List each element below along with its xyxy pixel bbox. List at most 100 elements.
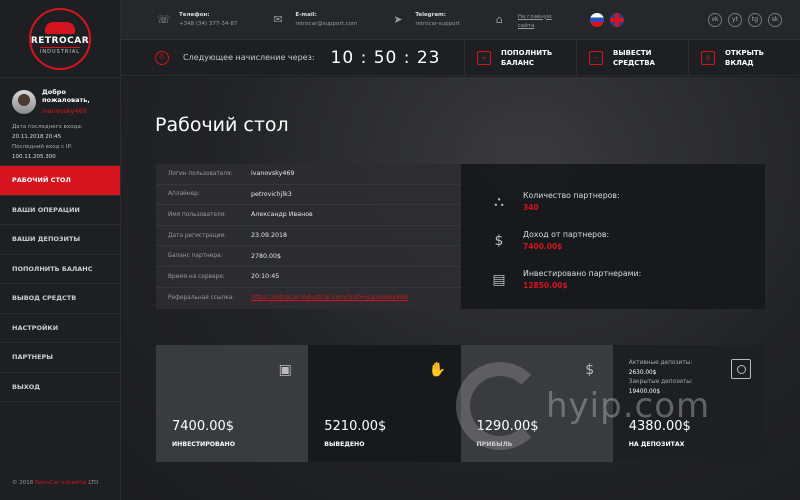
referral-link[interactable]: https://retrocar-industrial.com/?ref=iva… <box>251 294 408 301</box>
flag-ru-icon[interactable] <box>589 12 604 27</box>
deposit-label-2: ВКЛАД <box>725 58 754 67</box>
phone-label: Телефон: <box>179 12 210 18</box>
vk-icon[interactable]: vk <box>708 12 722 27</box>
logo-badge: RETROCAR INDUSTRIAL <box>29 7 91 70</box>
active-deposits-value: 2630.00$ <box>628 369 657 376</box>
info-key: Имя пользователя: <box>168 211 227 218</box>
open-deposit-button[interactable]: $ ОТКРЫТЬ ВКЛАД <box>688 40 800 75</box>
skype-icon[interactable]: sk <box>768 12 782 27</box>
telegram-social-icon[interactable]: tg <box>748 12 762 27</box>
invest-icon: ▤ <box>492 271 506 288</box>
card-amount: 5210.00$ <box>324 419 387 434</box>
summary-cards: ▣ 7400.00$ ИНВЕСТИРОВАНО ✋ 5210.00$ ВЫВЕ… <box>156 345 765 462</box>
telegram-label: Telegram: <box>415 12 446 18</box>
phone-icon: ☏ <box>157 12 171 26</box>
sidebar: RETROCAR INDUSTRIAL Добро пожаловать, iv… <box>0 0 121 500</box>
network-icon: ⛬ <box>494 193 504 210</box>
sidebar-item-withdraw[interactable]: ВЫВОД СРЕДСТВ <box>0 284 120 314</box>
wallet-in-icon: + <box>477 50 491 65</box>
home-link-line2[interactable]: сайта <box>518 23 552 29</box>
card-label: ВЫВЕДЕНО <box>324 441 365 448</box>
sidebar-item-dashboard[interactable]: РАБОЧИЙ СТОЛ <box>0 166 120 196</box>
language-switcher <box>589 12 624 27</box>
info-key: Время на сервере: <box>168 273 225 280</box>
email-value[interactable]: retrocar@support.com <box>295 21 357 27</box>
stat-value: 7400.00$ <box>523 242 563 251</box>
active-deposits-label: Активные депозиты: <box>628 360 693 366</box>
quick-actions: + ПОПОЛНИТЬ БАЛАНС − ВЫВЕСТИ СРЕДСТВА $ ОТ… <box>464 40 800 75</box>
info-key: Баланс партнера: <box>168 253 223 260</box>
email-label: E-mail: <box>295 12 317 18</box>
contact-email: ✉ E-mail: retrocar@support.com <box>273 12 357 27</box>
home-icon: ⌂ <box>495 12 503 26</box>
card-invested: ▣ 7400.00$ ИНВЕСТИРОВАНО <box>156 345 309 462</box>
welcome-text: Добро пожаловать, <box>42 88 90 104</box>
topup-label-1: ПОПОЛНИТЬ <box>501 48 553 57</box>
last-login-value: 20.11.2018 20:45 <box>12 134 62 140</box>
account-info-table: Логин пользователя: ivanovsky469 Аплайнер… <box>156 164 461 309</box>
info-key: Дата регистрации: <box>168 232 227 239</box>
deposit-label-1: ОТКРЫТЬ <box>725 48 764 57</box>
logo-text: RETROCAR <box>30 36 90 46</box>
user-block: Добро пожаловать, ivanovsky469 Дата посл… <box>0 78 120 166</box>
sidebar-nav: РАБОЧИЙ СТОЛ ВАШИ ОПЕРАЦИИ ВАШИ ДЕПОЗИТЫ… <box>0 166 120 402</box>
wallet-out-icon: − <box>589 50 603 65</box>
countdown-timer: 10 : 50 : 23 <box>330 47 441 68</box>
stat-label: Количество партнеров: <box>523 191 620 200</box>
stat-label: Доход от партнеров: <box>523 230 610 239</box>
withdraw-label-1: ВЫВЕСТИ <box>613 48 652 57</box>
login-meta: Дата последнего входа: 20.11.2018 20:45 … <box>12 122 108 162</box>
phone-value[interactable]: +348 (34) 377-34-87 <box>179 21 237 27</box>
info-key: Логин пользователя: <box>168 170 233 177</box>
sidebar-item-deposits[interactable]: ВАШИ ДЕПОЗИТЫ <box>0 225 120 255</box>
hand-money-icon: ✋ <box>428 362 447 378</box>
card-amount: 4380.00$ <box>628 419 691 434</box>
info-row: Логин пользователя: ivanovsky469 <box>156 164 461 185</box>
card-profit: $ 1290.00$ ПРИБЫЛЬ <box>460 345 613 462</box>
safe-icon <box>731 359 751 379</box>
copyright-brand[interactable]: RetroCar Industrial <box>35 480 87 486</box>
topbar: ☏ Телефон: +348 (34) 377-34-87 ✉ E-mail: r… <box>121 0 800 40</box>
last-ip-value: 100.11.205.300 <box>12 154 56 160</box>
home-link-line1[interactable]: На главную <box>518 14 552 20</box>
info-row: Аплайнер: petrovichjlk3 <box>156 185 461 206</box>
last-login-label: Дата последнего входа: <box>12 124 83 130</box>
contact-telegram: ➤ Telegram: retrocar-support <box>393 12 460 27</box>
stat-label: Инвестировано партнерами: <box>523 269 642 278</box>
money-stack-icon: ▣ <box>278 362 292 378</box>
sidebar-item-operations[interactable]: ВАШИ ОПЕРАЦИИ <box>0 196 120 225</box>
closed-deposits-label: Закрытые депозиты: <box>628 379 693 385</box>
avatar <box>12 89 36 114</box>
sidebar-item-logout[interactable]: ВЫХОД <box>0 373 120 402</box>
flag-uk-icon[interactable] <box>609 12 624 27</box>
info-value: ivanovsky469 <box>251 170 295 178</box>
card-label: ПРИБЫЛЬ <box>476 441 513 448</box>
info-row: Реферальная ссылка: https://retrocar-indu… <box>156 288 461 309</box>
coins-stack-icon: $ <box>585 362 595 378</box>
countdown-label: Следующее начисление через: <box>183 53 315 62</box>
sidebar-item-settings[interactable]: НАСТРОЙКИ <box>0 314 120 343</box>
copyright: © 2018 RetroCar Industrial LTD <box>12 480 98 486</box>
info-row: Время на сервере: 20:10:45 <box>156 267 461 288</box>
sidebar-item-partners[interactable]: ПАРТНЕРЫ <box>0 343 120 373</box>
sidebar-item-topup[interactable]: ПОПОЛНИТЬ БАЛАНС <box>0 255 120 284</box>
copyright-suffix: LTD <box>86 480 99 486</box>
closed-deposits-value: 19400.00$ <box>628 388 661 395</box>
telegram-value[interactable]: retrocar-support <box>415 21 460 27</box>
timer-icon: ⏱ <box>155 50 169 65</box>
card-amount: 7400.00$ <box>172 419 235 434</box>
social-links: vk yt tg sk <box>708 12 782 27</box>
envelope-icon: ✉ <box>273 12 283 26</box>
info-value: 20:10:45 <box>251 273 280 281</box>
topup-balance-button[interactable]: + ПОПОЛНИТЬ БАЛАНС <box>464 40 576 75</box>
coins-icon: $ <box>494 232 504 249</box>
home-link[interactable]: ⌂ На главную сайта <box>496 11 552 29</box>
logo[interactable]: RETROCAR INDUSTRIAL <box>0 0 120 78</box>
money-bag-icon: $ <box>701 50 715 65</box>
countdown-bar: ⏱ Следующее начисление через: 10 : 50 : … <box>121 40 800 76</box>
username: ivanovsky469 <box>42 107 87 115</box>
youtube-icon[interactable]: yt <box>728 12 742 27</box>
withdraw-funds-button[interactable]: − ВЫВЕСТИ СРЕДСТВА <box>576 40 688 75</box>
card-on-deposits: Активные депозиты: 2630.00$ Закрытые деп… <box>612 345 765 462</box>
deposits-breakdown: Активные депозиты: 2630.00$ Закрытые деп… <box>629 359 693 397</box>
